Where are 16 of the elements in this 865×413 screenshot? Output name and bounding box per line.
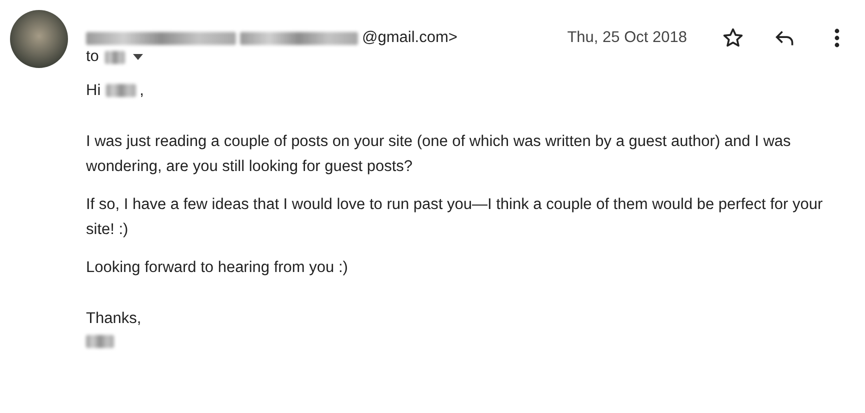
reply-icon <box>774 28 796 48</box>
body-paragraph: If so, I have a few ideas that I would love to run past you—I think a couple of them would be perfect for your site! :) <box>86 195 824 240</box>
greeting-comma: , <box>140 81 144 101</box>
more-icon <box>834 28 840 48</box>
sign-off: Thanks, <box>86 309 142 329</box>
blurred-recipient <box>104 50 125 64</box>
body-paragraph: Looking forward to hearing from you :) <box>86 258 349 278</box>
sender-email: @gmail.com> <box>362 29 458 47</box>
body-paragraph: I was just reading a couple of posts on your site (one of which was written by a guest author) and I was wondering, are you still looking for guest posts? <box>86 132 792 177</box>
blurred-name <box>106 84 136 97</box>
blurred-signature <box>86 335 114 348</box>
greeting: Hi <box>86 81 101 101</box>
star-icon <box>722 27 744 49</box>
caret-icon[interactable] <box>132 54 143 60</box>
email-date: Thu, 25 Oct 2018 <box>567 29 687 47</box>
to-label: to <box>86 48 99 66</box>
